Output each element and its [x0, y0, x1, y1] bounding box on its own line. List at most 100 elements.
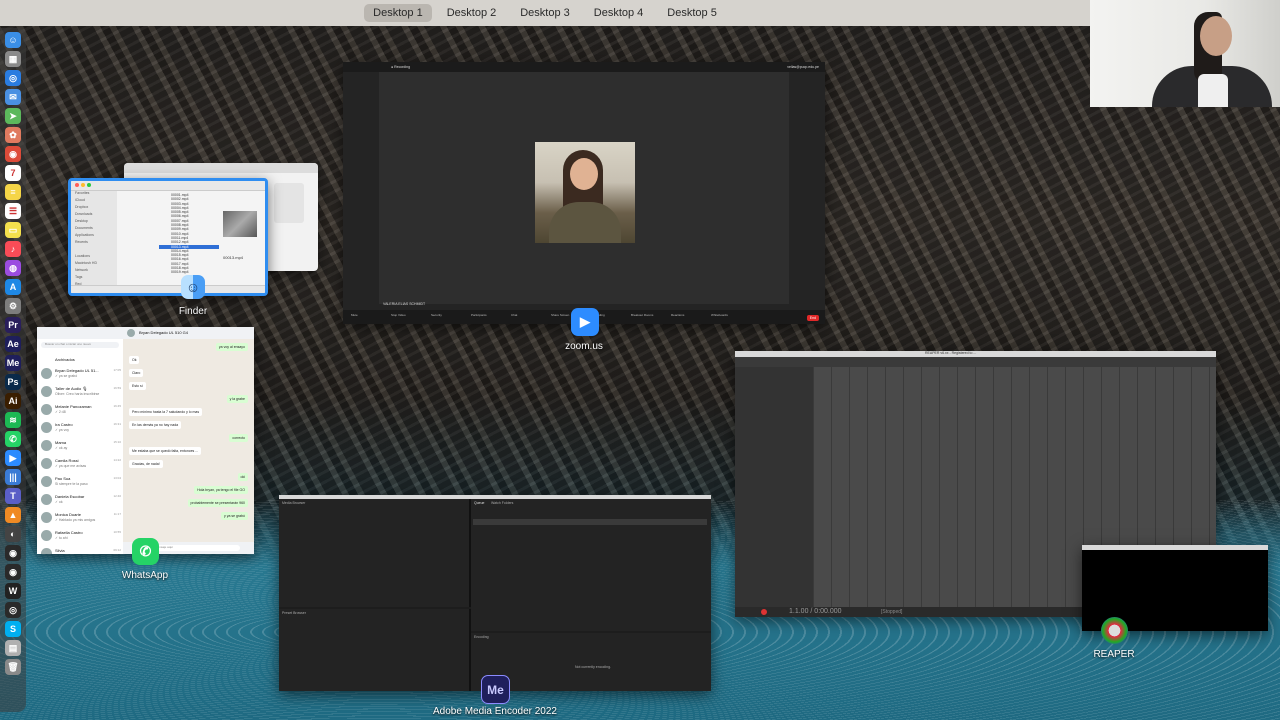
zoom-toolbar-button[interactable]: Reactions [671, 313, 684, 317]
finder-sidebar-item[interactable]: Documents [71, 226, 117, 233]
launchpad-dock-icon[interactable]: ▦ [5, 51, 21, 67]
zoom-toolbar-button[interactable]: Breakout Rooms [631, 313, 653, 317]
chrome-dock-icon[interactable]: ◉ [5, 146, 21, 162]
finder-sidebar-item[interactable]: Locations [71, 254, 117, 261]
zoom-toolbar-button[interactable]: Mute [351, 313, 358, 317]
participant-video [535, 142, 635, 243]
stickies-dock-icon[interactable]: ▭ [5, 222, 21, 238]
finder-sidebar-item[interactable]: Applications [71, 233, 117, 240]
zoom-window[interactable]: ● Recording vellas@pucp.edu.pe VALERIA E… [343, 62, 825, 324]
whatsapp-window[interactable]: Buscar un chat o iniciar uno nuevo Archi… [37, 327, 254, 554]
list-item[interactable]: Pao Sua Si siempre te la paso 13:04 [37, 473, 123, 491]
finder-sidebar-item[interactable] [71, 247, 117, 254]
photos-dock-icon[interactable]: ✿ [5, 127, 21, 143]
space-tab-2[interactable]: Desktop 2 [438, 4, 506, 22]
list-item[interactable]: Bryan Delegado UL 51... ✓ ya se grabó 17:0… [37, 365, 123, 383]
chat-time: 16:59 [113, 386, 121, 390]
reaper-dock-icon[interactable]: ◉ [5, 545, 21, 561]
finder-sidebar-item[interactable]: Favorites [71, 191, 117, 198]
spotify-dock-icon[interactable]: ≋ [5, 412, 21, 428]
finder-sidebar-item[interactable]: Desktop [71, 219, 117, 226]
list-item[interactable]: Camila Rossi ✓ ya que me avisas 14:22 [37, 455, 123, 473]
zoom-toolbar-button[interactable]: Stop Video [391, 313, 406, 317]
whatsapp-dock-icon[interactable]: ✆ [5, 431, 21, 447]
list-item[interactable]: Daniela Escobar ✓ ok 12:40 [37, 491, 123, 509]
list-item[interactable]: Silvia 09:12 [37, 545, 123, 554]
minimize-icon[interactable] [81, 183, 85, 187]
file-row[interactable]: 00019.mp4 [159, 270, 219, 274]
whatsapp-app-icon[interactable]: ✆ [132, 538, 159, 565]
finder-window[interactable]: Favorites iCloud Dropbox Downloads Desktop Do… [68, 178, 268, 296]
teams-dock-icon[interactable]: T [5, 488, 21, 504]
podcasts-dock-icon[interactable]: ◍ [5, 260, 21, 276]
illustrator-dock-icon[interactable]: Ai [5, 393, 21, 409]
space-tab-1[interactable]: Desktop 1 [364, 4, 432, 22]
space-tab-4[interactable]: Desktop 4 [585, 4, 653, 22]
archived-label[interactable]: Archivados [55, 357, 75, 362]
watch-folders-tab[interactable]: Watch Folders [491, 501, 513, 505]
after-effects-dock-icon[interactable]: Ae [5, 336, 21, 352]
preview-dock-icon[interactable]: ▤ [5, 640, 21, 656]
zoom-toolbar-button[interactable]: Chat [511, 313, 517, 317]
close-icon[interactable] [75, 183, 79, 187]
encoding-label: Encoding [474, 635, 489, 639]
list-item[interactable]: Rafaella Castro ✓ tu ahí 10:55 [37, 527, 123, 545]
space-tab-3[interactable]: Desktop 3 [511, 4, 579, 22]
reaper-alt-dock-icon[interactable]: ◉ [5, 564, 21, 580]
mail-dock-icon[interactable]: ✉ [5, 89, 21, 105]
finder-sidebar-item[interactable]: Downloads [71, 212, 117, 219]
zoom-toolbar-button[interactable]: Participants [471, 313, 487, 317]
notes-dock-icon[interactable]: ≡ [5, 184, 21, 200]
zoom-toolbar-button[interactable]: Share Screen [551, 313, 569, 317]
maps-dock-icon[interactable]: ➤ [5, 108, 21, 124]
finder-sidebar-item[interactable]: Tags [71, 275, 117, 282]
misc-dock-icon[interactable]: ◐ [5, 526, 21, 542]
finder-sidebar-item[interactable]: Network [71, 268, 117, 275]
list-item[interactable]: Melanie Panozaman ✓ 2:48 16:45 [37, 401, 123, 419]
media-encoder-dock-icon[interactable]: Me [5, 355, 21, 371]
search-input[interactable]: Buscar un chat o iniciar uno nuevo [41, 342, 119, 348]
music-dock-icon[interactable]: ♪ [5, 241, 21, 257]
end-meeting-button[interactable]: End [806, 315, 819, 321]
appstore-dock-icon[interactable]: A [5, 279, 21, 295]
record-icon[interactable] [761, 609, 767, 615]
finder-sidebar-item[interactable]: Macintosh HD [71, 261, 117, 268]
zoom-toolbar-button[interactable]: Whiteboards [711, 313, 728, 317]
chat-name: Bryan Delegado UL 51... [55, 368, 99, 373]
vlc-dock-icon[interactable]: ▲ [5, 507, 21, 523]
finder-sidebar: Favorites iCloud Dropbox Downloads Desktop Do… [71, 191, 117, 293]
zoom-toolbar-button[interactable]: Security [431, 313, 442, 317]
premiere-dock-icon[interactable]: Pr [5, 317, 21, 333]
list-item[interactable]: Monica Duarte ✓ Hablado ya mis amigos 11:1… [37, 509, 123, 527]
finder-dock-icon[interactable]: ☺ [5, 32, 21, 48]
list-item[interactable]: Ira Castro ✓ ya voy 16:31 [37, 419, 123, 437]
finder-app-icon[interactable]: ☺ [181, 275, 205, 299]
media-encoder-app-icon[interactable]: Me [481, 675, 510, 704]
reaper-app-icon[interactable] [1101, 617, 1128, 644]
message-bubble: y ya se grabó [220, 512, 248, 520]
zoom-dock-icon[interactable]: ▶ [5, 450, 21, 466]
zoom-caption: zoom.us [565, 341, 603, 352]
trash-dock-icon[interactable]: 🗑 [5, 659, 21, 675]
queue-tab[interactable]: Queue [474, 501, 485, 505]
zoom-app-icon[interactable]: ▶ [571, 308, 599, 336]
finder-sidebar-item[interactable]: Recents [71, 240, 117, 247]
finder-sidebar-item[interactable]: iCloud [71, 198, 117, 205]
audio-dock-icon[interactable]: ||| [5, 469, 21, 485]
list-item[interactable]: Taller de Audio 🎙 Oliver: Creo haría insc… [37, 383, 123, 401]
list-item[interactable]: Mama ✓ ok ay 15:10 [37, 437, 123, 455]
settings-dock-icon[interactable]: ⚙ [5, 298, 21, 314]
wordpress-dock-icon[interactable]: W [5, 583, 21, 599]
encoding-status: Not currently encoding. [575, 665, 611, 669]
finder-sidebar-item[interactable]: Dropbox [71, 205, 117, 212]
reminders-dock-icon[interactable]: ☰ [5, 203, 21, 219]
skype-dock-icon[interactable]: S [5, 621, 21, 637]
safari-dock-icon[interactable]: ◎ [5, 70, 21, 86]
misc2-dock-icon[interactable]: ◎ [5, 602, 21, 618]
maximize-icon[interactable] [87, 183, 91, 187]
calendar-dock-icon[interactable]: 7 [5, 165, 21, 181]
chat-preview: ✓ ya se grabó [55, 374, 78, 378]
space-tab-5[interactable]: Desktop 5 [658, 4, 726, 22]
photoshop-dock-icon[interactable]: Ps [5, 374, 21, 390]
media-encoder-window[interactable]: Media Browser Queue Watch Folders Preset… [279, 495, 711, 691]
